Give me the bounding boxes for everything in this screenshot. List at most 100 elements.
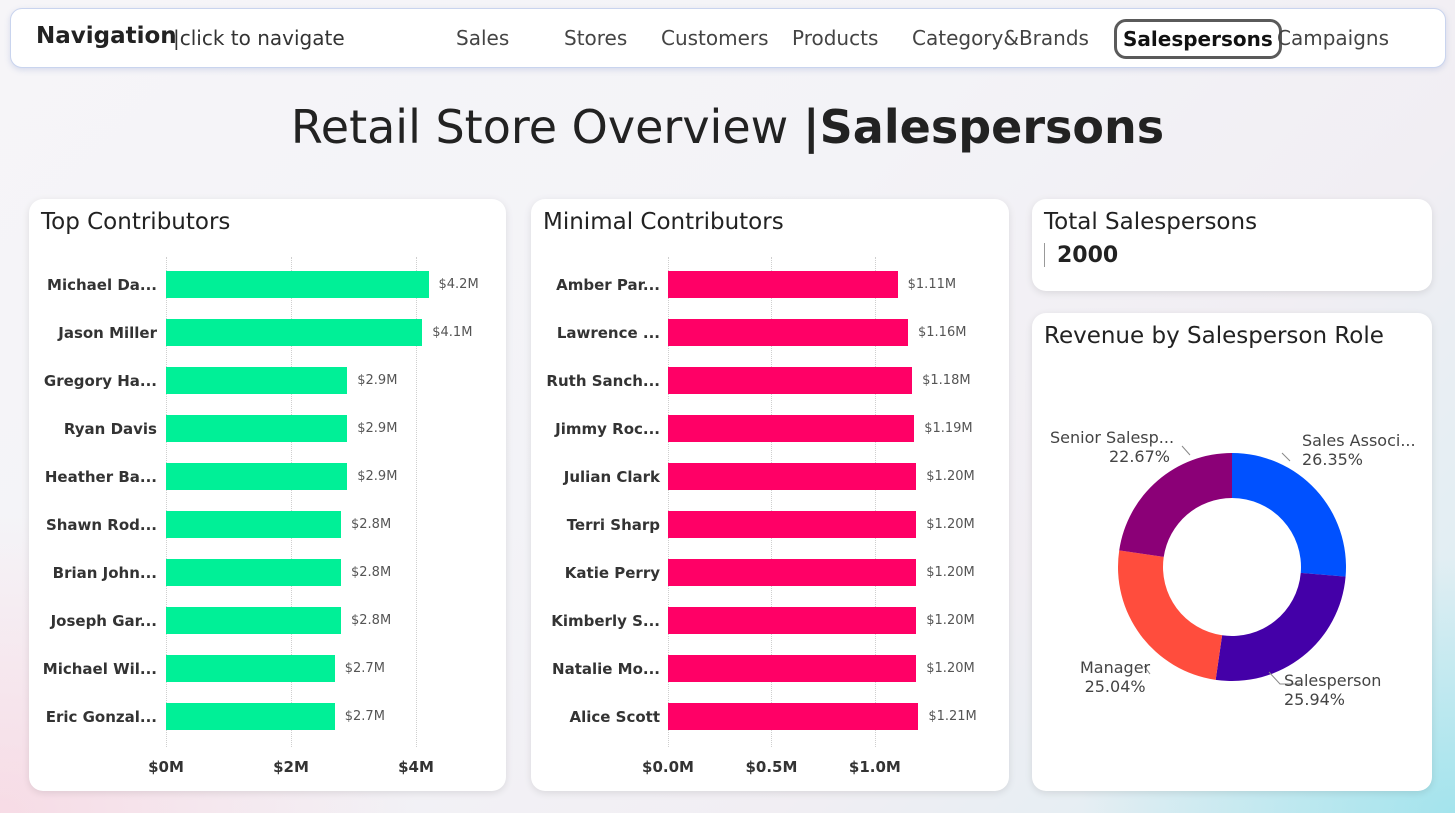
minimal-contributors-data-label: $1.11M — [907, 277, 957, 292]
x-tick-label: $1.0M — [848, 758, 901, 776]
revenue-by-role-card: Revenue by Salesperson Role Sales Associ… — [1032, 313, 1432, 791]
page-title-section: |Salespersons — [802, 100, 1165, 154]
donut-label-salesperson: Salesperson 25.94% — [1284, 671, 1381, 709]
top-contributors-bar[interactable] — [166, 463, 348, 490]
minimal-contributors-data-label: $1.16M — [918, 325, 967, 340]
minimal-contributors-bar[interactable] — [668, 319, 908, 346]
donut-label-manager: Manager 25.04% — [1080, 658, 1150, 696]
donut-leader-line — [1281, 452, 1291, 462]
top-contributors-bar[interactable] — [166, 607, 341, 634]
minimal-contributors-category-label: Terri Sharp — [566, 516, 660, 534]
donut-label-pct: 26.35% — [1302, 450, 1364, 469]
donut-chart — [1118, 445, 1346, 685]
top-contributors-data-label: $2.7M — [344, 709, 385, 724]
minimal-contributors-category-label: Ruth Sanch... — [546, 372, 660, 390]
x-tick-label: $4M — [398, 758, 434, 776]
donut-slice[interactable] — [1232, 453, 1346, 577]
nav-item-stores[interactable]: Stores — [564, 26, 627, 50]
top-contributors-data-label: $2.9M — [357, 421, 398, 436]
donut-label-name: Sales Associ... — [1302, 431, 1416, 450]
x-tick-label: $0M — [148, 758, 184, 776]
page-title-prefix: Retail Store Overview — [290, 100, 803, 154]
minimal-contributors-bar[interactable] — [668, 559, 917, 586]
top-contributors-category-label: Eric Gonzal... — [45, 708, 157, 726]
top-contributors-category-label: Ryan Davis — [63, 420, 157, 438]
top-contributors-bar[interactable] — [166, 367, 348, 394]
donut-slice[interactable] — [1119, 453, 1232, 557]
total-salespersons-title: Total Salespersons — [1044, 209, 1258, 235]
top-contributors-bar[interactable] — [166, 703, 335, 730]
nav-item-products[interactable]: Products — [792, 26, 878, 50]
minimal-contributors-data-label: $1.20M — [926, 517, 975, 532]
nav-item-salespersons[interactable]: Salespersons — [1114, 19, 1282, 59]
minimal-contributors-bar[interactable] — [668, 367, 913, 394]
minimal-contributors-data-label: $1.19M — [924, 421, 973, 436]
minimal-contributors-category-label: Julian Clark — [563, 468, 660, 486]
top-contributors-data-label: $2.8M — [351, 565, 392, 580]
minimal-contributors-data-label: $1.20M — [926, 565, 975, 580]
minimal-contributors-card: Minimal Contributors $0.0M $0.5M $1.0M Ambe… — [531, 199, 1009, 791]
top-contributors-data-label: $4.2M — [438, 277, 479, 292]
donut-label-name: Salesperson — [1284, 671, 1382, 690]
minimal-contributors-category-label: Alice Scott — [569, 708, 660, 726]
donut-label-pct: 25.04% — [1084, 677, 1146, 696]
minimal-contributors-bar[interactable] — [668, 415, 915, 442]
minimal-contributors-category-label: Kimberly S... — [551, 612, 660, 630]
top-contributors-data-label: $2.9M — [357, 373, 398, 388]
minimal-contributors-category-label: Katie Perry — [564, 564, 660, 582]
minimal-contributors-category-label: Jimmy Roc... — [555, 420, 660, 438]
top-contributors-bar[interactable] — [166, 271, 429, 298]
minimal-contributors-title: Minimal Contributors — [543, 209, 784, 235]
nav-item-customers[interactable]: Customers — [661, 26, 769, 50]
top-contributors-category-label: Heather Ba... — [44, 468, 157, 486]
top-contributors-data-label: $4.1M — [432, 325, 473, 340]
minimal-contributors-data-label: $1.18M — [922, 373, 971, 388]
top-contributors-bar[interactable] — [166, 511, 341, 538]
nav-item-campaigns[interactable]: Campaigns — [1277, 26, 1389, 50]
x-tick-label: $2M — [273, 758, 309, 776]
nav-item-category-brands[interactable]: Category&Brands — [912, 26, 1089, 50]
minimal-contributors-bar[interactable] — [668, 463, 917, 490]
minimal-contributors-category-label: Lawrence ... — [556, 324, 660, 342]
minimal-contributors-data-label: $1.20M — [926, 469, 975, 484]
minimal-contributors-bar[interactable] — [668, 607, 917, 634]
x-tick-label: $0.0M — [642, 758, 694, 776]
top-contributors-bar[interactable] — [166, 655, 335, 682]
minimal-contributors-bar[interactable] — [668, 703, 919, 730]
navigation-hint: |click to navigate — [173, 26, 345, 50]
page-title: Retail Store Overview |Salespersons — [0, 100, 1455, 154]
donut-label-senior-salesperson: Senior Salesp... 22.67% — [1050, 428, 1175, 466]
minimal-contributors-bar[interactable] — [668, 511, 917, 538]
top-contributors-data-label: $2.8M — [351, 517, 392, 532]
top-contributors-bar[interactable] — [166, 559, 341, 586]
top-contributors-data-label: $2.7M — [344, 661, 385, 676]
top-contributors-category-label: Gregory Ha... — [43, 372, 157, 390]
minimal-contributors-bar[interactable] — [668, 655, 917, 682]
donut-label-sales-associate: Sales Associ... 26.35% — [1302, 431, 1416, 469]
donut-slice[interactable] — [1215, 572, 1346, 681]
minimal-contributors-bar[interactable] — [668, 271, 898, 298]
top-contributors-data-label: $2.9M — [357, 469, 398, 484]
donut-label-pct: 22.67% — [1108, 447, 1170, 466]
navigation-title: Navigation — [36, 23, 177, 49]
x-tick-label: $0.5M — [745, 758, 798, 776]
navigation-bar: Navigation |click to navigate Sales Stor… — [10, 8, 1446, 68]
minimal-contributors-data-label: $1.20M — [926, 661, 975, 676]
minimal-contributors-data-label: $1.21M — [928, 709, 977, 724]
donut-label-pct: 25.94% — [1284, 690, 1346, 709]
donut-label-name: Senior Salesp... — [1050, 428, 1175, 447]
top-contributors-data-label: $2.8M — [351, 613, 392, 628]
top-contributors-title: Top Contributors — [41, 209, 231, 235]
kpi-accent-bar — [1044, 243, 1045, 267]
top-contributors-card: Top Contributors $0M $2M $4M Michael Da... $… — [29, 199, 506, 791]
top-contributors-category-label: Michael Da... — [47, 276, 157, 294]
nav-item-sales[interactable]: Sales — [456, 26, 509, 50]
total-salespersons-value: 2000 — [1057, 243, 1119, 268]
top-contributors-category-label: Brian John... — [52, 564, 157, 582]
top-contributors-bar[interactable] — [166, 415, 348, 442]
minimal-contributors-data-label: $1.20M — [926, 613, 975, 628]
top-contributors-bar[interactable] — [166, 319, 423, 346]
minimal-contributors-category-label: Natalie Mo... — [552, 660, 660, 678]
total-salespersons-card: Total Salespersons 2000 — [1032, 199, 1432, 291]
top-contributors-category-label: Jason Miller — [58, 324, 157, 342]
